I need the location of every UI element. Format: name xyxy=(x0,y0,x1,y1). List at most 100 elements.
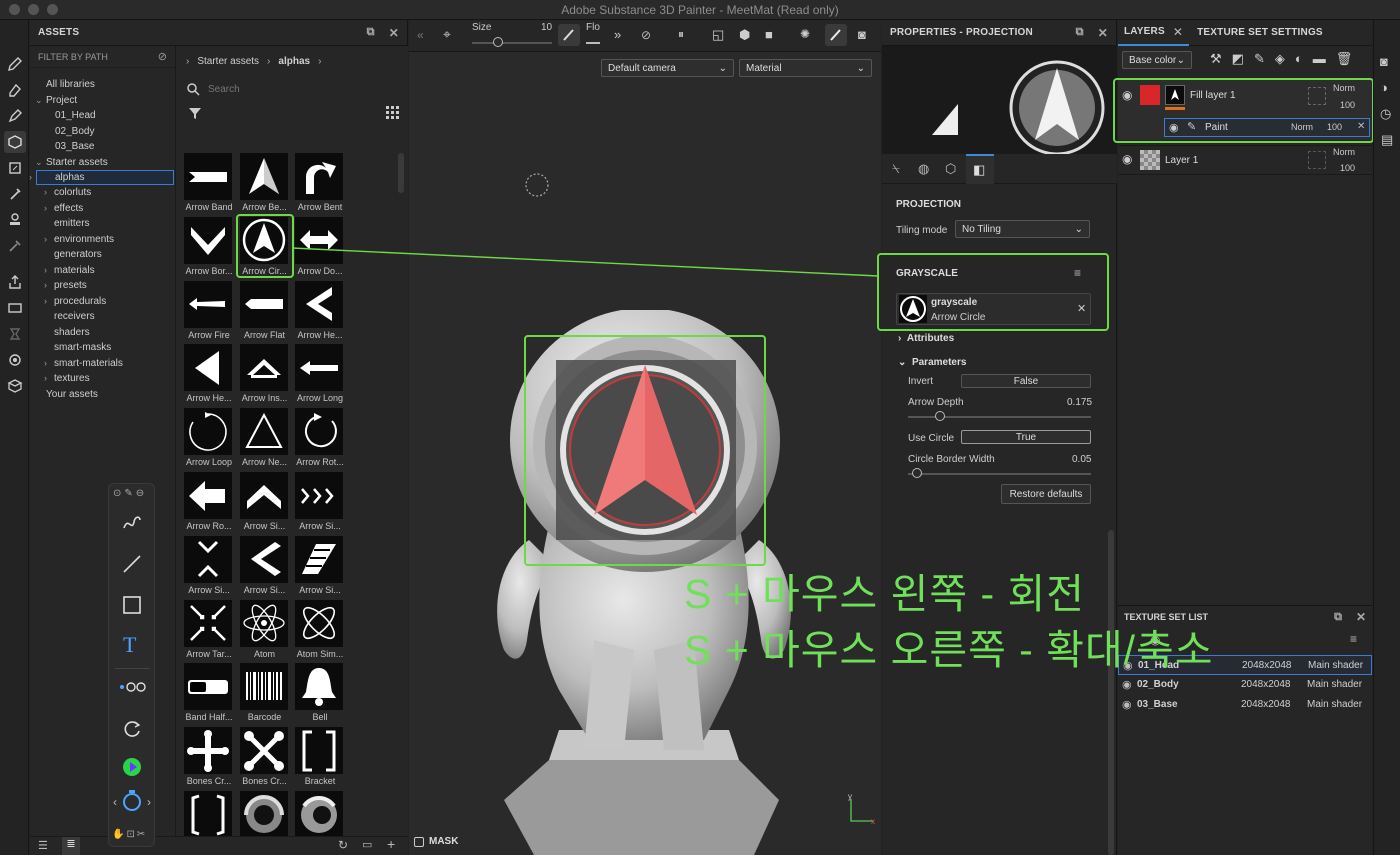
texture-set-name[interactable]: 02_Body xyxy=(1137,679,1179,690)
parameters-toggle[interactable]: ⌄ Parameters xyxy=(898,357,966,368)
asset-thumbnail[interactable]: Arrow Ne... xyxy=(239,408,290,468)
mask-toggle[interactable]: MASK xyxy=(414,836,458,847)
layer-1-opacity[interactable]: 100 xyxy=(1340,163,1355,173)
use-circle-toggle[interactable]: True xyxy=(961,430,1091,444)
tiling-mode-select[interactable]: No Tiling ⌄ xyxy=(955,220,1090,238)
paint-brush-icon[interactable] xyxy=(4,53,26,75)
tree-item[interactable]: ⌄ Project xyxy=(30,93,175,109)
asset-thumbnail[interactable]: Arrow Loop xyxy=(184,408,234,468)
restore-defaults-button[interactable]: Restore defaults xyxy=(1001,484,1091,504)
chevron-right-icon[interactable]: › xyxy=(44,185,47,201)
texture-set-shader[interactable]: Main shader xyxy=(1307,679,1362,690)
expand-toolbar-icon[interactable]: » xyxy=(614,27,621,42)
chevron-down-icon[interactable]: ⌄ xyxy=(35,93,43,109)
circle-border-width-value[interactable]: 0.05 xyxy=(1072,454,1091,465)
text-tool-icon[interactable]: T xyxy=(123,632,136,658)
asset-thumbnail[interactable]: Atom Sim... xyxy=(295,599,345,660)
tab-texture-set-settings[interactable]: TEXTURE SET SETTINGS xyxy=(1189,20,1331,46)
cycle-icon[interactable] xyxy=(120,717,144,741)
list-menu-icon[interactable]: ≡ xyxy=(1350,632,1357,646)
tree-item[interactable]: › environments xyxy=(30,232,175,248)
asset-thumbnail[interactable]: Arrow Ro... xyxy=(184,472,234,532)
size-slider-knob[interactable] xyxy=(493,37,503,47)
eraser-icon[interactable] xyxy=(4,79,26,101)
tree-item[interactable]: smart-masks xyxy=(30,340,175,356)
tree-item[interactable]: All libraries xyxy=(30,77,175,93)
section-menu-icon[interactable]: ≡ xyxy=(1074,266,1081,280)
tree-item[interactable]: ⌄ Starter assets xyxy=(30,155,175,171)
float-panel-icon[interactable]: ⧉ xyxy=(367,26,375,39)
chevron-right-icon[interactable]: › xyxy=(44,371,47,387)
attributes-toggle[interactable]: › Attributes xyxy=(898,333,954,344)
texture-set-icon[interactable] xyxy=(4,375,26,397)
line-icon[interactable] xyxy=(120,552,144,576)
rectangle-icon[interactable] xyxy=(120,593,144,617)
tab-geometry-icon[interactable]: ⬡ xyxy=(945,161,956,177)
chevron-right-icon[interactable]: › xyxy=(44,232,47,248)
asset-thumbnail[interactable]: Arrow Rot... xyxy=(295,408,345,468)
tree-item[interactable]: › procedurals xyxy=(30,294,175,310)
add-paint-layer-icon[interactable]: ✎ xyxy=(1254,51,1265,67)
tree-item[interactable]: › materials xyxy=(30,263,175,279)
polygon-fill-icon[interactable] xyxy=(4,131,26,153)
asset-thumbnail[interactable]: Arrow He... xyxy=(295,280,345,341)
texture-set-row[interactable]: ◉ 03_Base 2048x2048 Main shader xyxy=(1118,695,1372,715)
layer-1-mask-slot[interactable] xyxy=(1308,151,1326,169)
asset-thumbnail[interactable]: Bones Cr... xyxy=(239,727,290,787)
asset-thumbnail[interactable]: Arrow Band xyxy=(184,153,234,213)
tree-item[interactable]: generators xyxy=(30,247,175,263)
remove-resource-icon[interactable]: ✕ xyxy=(1077,302,1086,315)
asset-thumbnail[interactable]: Arrow Tar... xyxy=(184,599,234,660)
add-effect-icon[interactable]: ⚒ xyxy=(1210,51,1222,67)
camera-icon[interactable]: ■ xyxy=(765,27,773,42)
tree-item[interactable]: Your assets xyxy=(30,387,175,403)
symmetry-icon[interactable]: ⊘ xyxy=(641,28,651,42)
float-panel-icon[interactable]: ⧉ xyxy=(1334,611,1342,624)
chevron-right-icon[interactable]: › xyxy=(44,201,47,217)
circle-border-width-knob[interactable] xyxy=(912,468,923,478)
tree-item[interactable]: 03_Base xyxy=(30,139,175,155)
texture-set-shader[interactable]: Main shader xyxy=(1308,660,1363,671)
tree-item[interactable]: shaders xyxy=(30,325,175,341)
tab-material-icon[interactable]: ◍ xyxy=(918,161,929,177)
texture-set-shader[interactable]: Main shader xyxy=(1307,699,1362,710)
asset-thumbnail[interactable]: Arrow Si... xyxy=(239,535,290,596)
asset-thumbnail[interactable]: Arrow Bent xyxy=(295,153,345,213)
log-icon[interactable]: ▤ xyxy=(1381,132,1393,148)
texture-set-row[interactable]: ◉ 02_Body 2048x2048 Main shader xyxy=(1118,675,1372,695)
layers-icon[interactable]: ◑ xyxy=(1380,80,1388,95)
collapse-left-icon[interactable]: « xyxy=(417,28,424,42)
3d-view-icon[interactable]: ⬢ xyxy=(739,27,750,43)
path-points-icon[interactable] xyxy=(118,680,146,694)
hide-filter-icon[interactable]: ⊘ xyxy=(158,50,167,63)
float-panel-icon[interactable]: ⧉ xyxy=(1076,26,1084,39)
lasso-icon[interactable]: ⌖ xyxy=(443,26,451,43)
tree-item[interactable]: 02_Body xyxy=(30,124,175,140)
close-panel-icon[interactable]: ✕ xyxy=(1098,26,1108,40)
asset-scrollbar[interactable] xyxy=(398,153,404,193)
tree-item[interactable]: › textures xyxy=(30,371,175,387)
close-tab-icon[interactable]: ✕ xyxy=(1173,25,1183,39)
brush-mode-button[interactable] xyxy=(558,24,580,46)
tree-item[interactable]: › presets xyxy=(30,278,175,294)
arrow-depth-value[interactable]: 0.175 xyxy=(1067,397,1092,408)
asset-thumbnail[interactable]: Barcode xyxy=(239,663,290,723)
add-asset-icon[interactable]: + xyxy=(387,836,395,852)
texture-set-resolution[interactable]: 2048x2048 xyxy=(1241,679,1291,690)
list-view-icon[interactable]: ☰ xyxy=(38,839,48,852)
asset-thumbnail[interactable]: Arrow Si... xyxy=(295,472,345,532)
tab-projection[interactable]: ◧ xyxy=(966,154,994,184)
tree-item[interactable]: › smart-materials xyxy=(30,356,175,372)
breadcrumb-alphas[interactable]: alphas xyxy=(278,56,310,67)
add-folder-icon[interactable]: ▬ xyxy=(1313,51,1326,67)
freehand-stroke-icon[interactable] xyxy=(120,510,144,534)
new-library-icon[interactable]: ▭ xyxy=(362,838,372,851)
asset-thumbnail[interactable]: Arrow Fire xyxy=(184,280,234,341)
add-fill-layer-icon[interactable]: ◈ xyxy=(1275,51,1285,67)
asset-thumbnail[interactable]: Arrow Si... xyxy=(295,535,345,596)
grayscale-resource-slot[interactable]: grayscale Arrow Circle ✕ xyxy=(896,293,1091,325)
2d-view-icon[interactable]: ◱ xyxy=(712,27,724,43)
breadcrumb-starter-assets[interactable]: Starter assets xyxy=(197,56,259,67)
zoom-window-button[interactable] xyxy=(47,4,58,15)
tree-item[interactable]: › effects xyxy=(30,201,175,217)
